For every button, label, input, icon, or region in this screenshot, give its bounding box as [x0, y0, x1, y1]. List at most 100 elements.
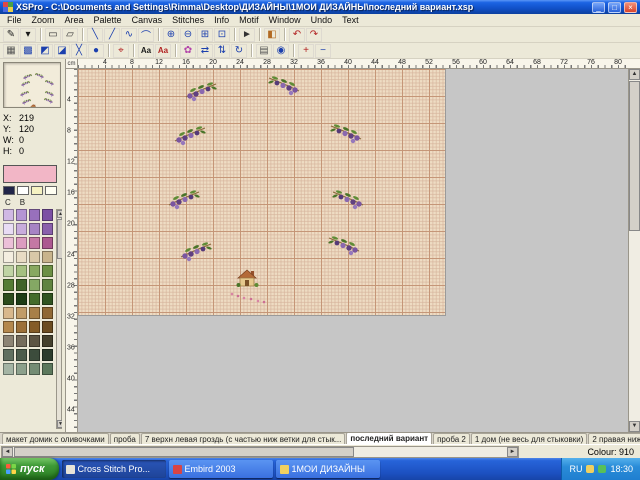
remove-color-button[interactable]: − [315, 44, 331, 58]
quick-swatch[interactable] [17, 186, 29, 195]
palette-color[interactable] [3, 237, 14, 249]
curve-tool[interactable]: ⌒ [138, 28, 154, 42]
palette-scrollbar[interactable]: ▲ ▼ [56, 209, 62, 429]
palette-color[interactable] [3, 349, 14, 361]
menu-item-palette[interactable]: Palette [89, 15, 127, 25]
cross-stitch-tool[interactable]: ╳ [71, 44, 87, 58]
zoom-fit-tool[interactable]: ⊡ [214, 28, 230, 42]
full-stitch-tool[interactable]: ▩ [20, 44, 36, 58]
palette-color[interactable] [16, 363, 27, 375]
palette-color[interactable] [16, 237, 27, 249]
pattern-tab[interactable]: проба 2 [433, 433, 470, 444]
palette-color[interactable] [3, 307, 14, 319]
pattern-tab[interactable]: макет домик с оливочками [2, 433, 109, 444]
palette-scroll-up-icon[interactable]: ▲ [57, 210, 62, 218]
palette-color[interactable] [16, 279, 27, 291]
quick-swatch[interactable] [3, 186, 15, 195]
palette-color[interactable] [29, 293, 40, 305]
motif-button[interactable]: ✿ [180, 44, 196, 58]
palette-color[interactable] [29, 209, 40, 221]
palette-color[interactable] [16, 307, 27, 319]
palette-color[interactable] [42, 251, 53, 263]
freehand-line-tool[interactable]: ∿ [121, 28, 137, 42]
maximize-button[interactable]: □ [608, 2, 621, 13]
scroll-down-icon[interactable]: ▼ [629, 421, 640, 432]
taskbar-task[interactable]: Cross Stitch Pro... [62, 460, 166, 478]
palette-color[interactable] [42, 237, 53, 249]
fill-tool[interactable]: ◧ [264, 28, 280, 42]
palette-color[interactable] [42, 279, 53, 291]
palette-color[interactable] [16, 209, 27, 221]
menu-item-text[interactable]: Text [337, 15, 364, 25]
vertical-scrollbar[interactable]: ▲ ▼ [628, 69, 640, 432]
current-color-swatch[interactable] [3, 165, 57, 183]
pattern-tab[interactable]: проба [110, 433, 140, 444]
backstitch-line2-tool[interactable]: ╱ [104, 28, 120, 42]
palette-color[interactable] [42, 209, 53, 221]
vertical-scroll-thumb[interactable] [629, 81, 640, 231]
menu-item-zoom[interactable]: Zoom [27, 15, 60, 25]
palette-color[interactable] [42, 265, 53, 277]
pattern-tab[interactable]: 1 дом (не весь для стыковки) [471, 433, 588, 444]
undo-button[interactable]: ↶ [289, 28, 305, 42]
palette-color[interactable] [29, 279, 40, 291]
menu-item-canvas[interactable]: Canvas [127, 15, 168, 25]
palette-color[interactable] [16, 293, 27, 305]
scroll-up-icon[interactable]: ▲ [629, 69, 640, 80]
redo-button[interactable]: ↷ [306, 28, 322, 42]
palette-color[interactable] [29, 349, 40, 361]
quick-swatch[interactable] [31, 186, 43, 195]
grid-toggle[interactable]: ▦ [3, 44, 19, 58]
language-indicator[interactable]: RU [569, 464, 582, 474]
palette-color[interactable] [29, 237, 40, 249]
palette-color[interactable] [3, 265, 14, 277]
palette-color[interactable] [42, 335, 53, 347]
minimize-button[interactable]: _ [592, 2, 605, 13]
pointer-tool[interactable]: ► [239, 28, 255, 42]
palette-color[interactable] [29, 321, 40, 333]
pencil-tool[interactable]: ✎ [3, 28, 19, 42]
pattern-tab[interactable]: 2 правая ниж гр... [588, 433, 640, 444]
menu-item-window[interactable]: Window [264, 15, 306, 25]
menu-item-area[interactable]: Area [60, 15, 89, 25]
palette-color[interactable] [3, 209, 14, 221]
horizontal-scroll-thumb[interactable] [14, 447, 354, 457]
select-tool[interactable]: ▭ [45, 28, 61, 42]
palette-color[interactable] [16, 223, 27, 235]
add-color-button[interactable]: + [298, 44, 314, 58]
rotate-button[interactable]: ↻ [231, 44, 247, 58]
palette-color[interactable] [3, 251, 14, 263]
pattern-tab[interactable]: 7 верхн левая гроздь (с частью ниж ветки… [141, 433, 346, 444]
eraser-tool[interactable]: ▱ [62, 28, 78, 42]
horizontal-scrollbar[interactable]: ◄ ► [1, 446, 519, 458]
scroll-right-icon[interactable]: ► [507, 447, 518, 457]
palette-color[interactable] [42, 223, 53, 235]
start-button[interactable]: пуск [0, 458, 59, 480]
palette-color[interactable] [16, 321, 27, 333]
pattern-tab[interactable]: последний вариант [346, 432, 432, 444]
flip-vertical-button[interactable]: ⇅ [214, 44, 230, 58]
menu-item-info[interactable]: Info [209, 15, 234, 25]
palette-color[interactable] [16, 335, 27, 347]
palette-color[interactable] [42, 307, 53, 319]
palette-color[interactable] [42, 321, 53, 333]
zoom-rect-tool[interactable]: ⊞ [197, 28, 213, 42]
palette-color[interactable] [29, 265, 40, 277]
taskbar-task[interactable]: Embird 2003 [169, 460, 273, 478]
palette-color[interactable] [42, 349, 53, 361]
palette-color[interactable] [29, 307, 40, 319]
font-button[interactable]: Aa [138, 44, 154, 58]
palette-color[interactable] [29, 223, 40, 235]
palette-color[interactable] [16, 251, 27, 263]
zoom-out-tool[interactable]: ⊖ [180, 28, 196, 42]
french-knot-tool[interactable]: ● [88, 44, 104, 58]
half-stitch-tool[interactable]: ◩ [37, 44, 53, 58]
palette-color[interactable] [42, 363, 53, 375]
palette-scroll-down-icon[interactable]: ▼ [57, 420, 62, 428]
palette-color[interactable] [16, 349, 27, 361]
palette-color[interactable] [3, 279, 14, 291]
palette-color[interactable] [3, 335, 14, 347]
palette-color[interactable] [16, 265, 27, 277]
menu-item-undo[interactable]: Undo [306, 15, 338, 25]
palette-color[interactable] [3, 223, 14, 235]
